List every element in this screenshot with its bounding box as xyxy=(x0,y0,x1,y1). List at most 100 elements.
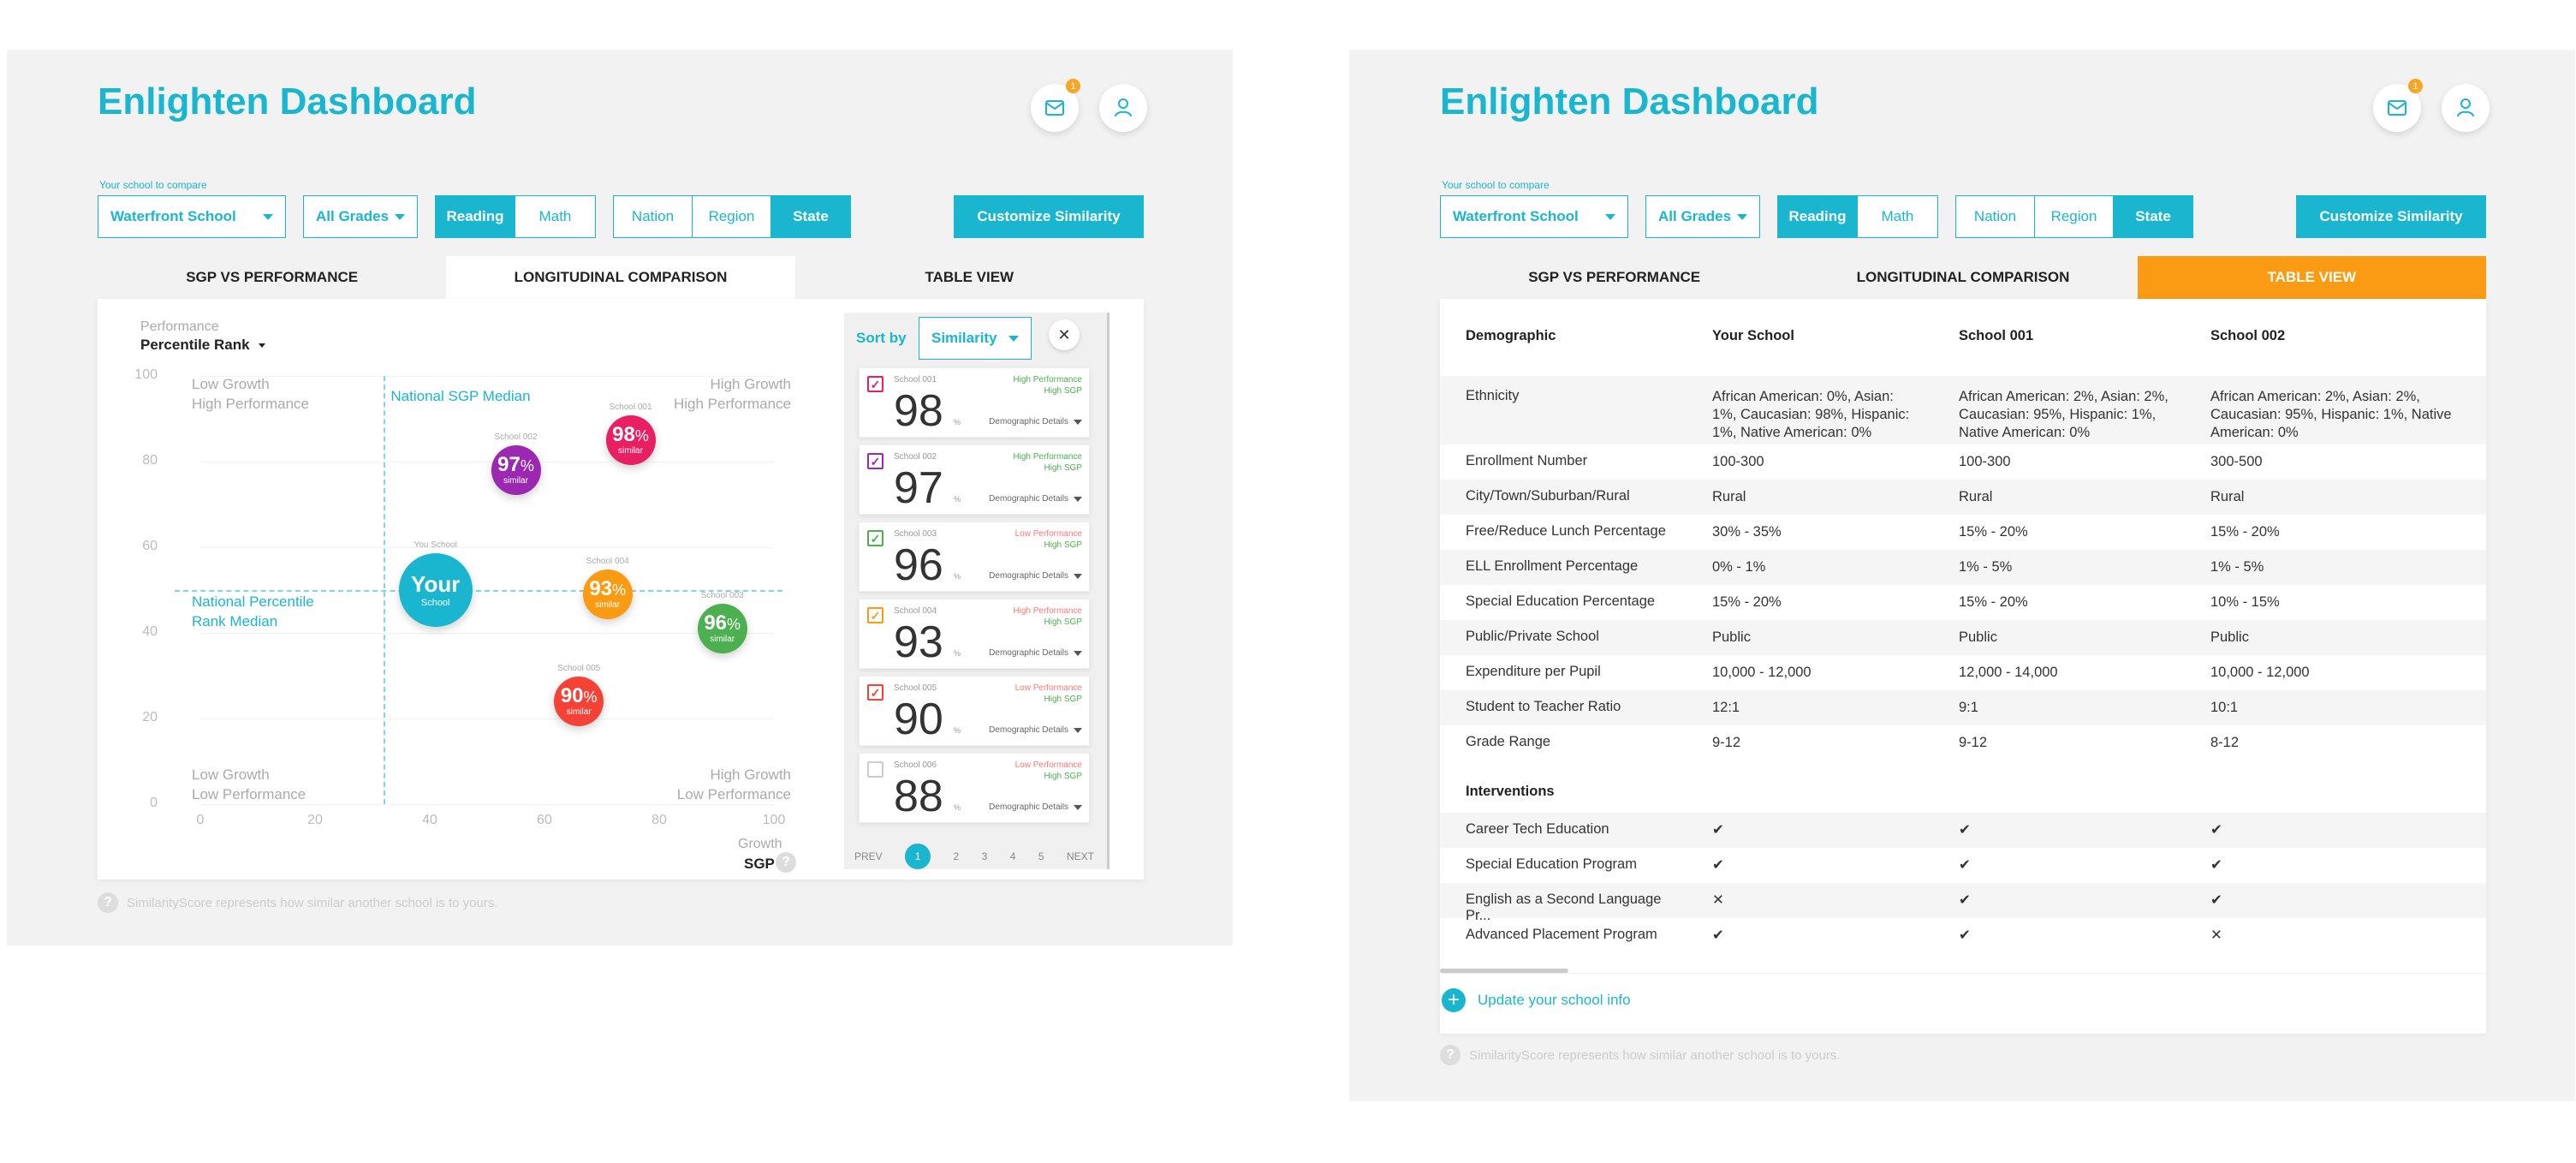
similarity-score: 90 xyxy=(894,695,943,744)
list-item[interactable]: ✓ School 004 93% High Performance High SGP De… xyxy=(859,599,1090,669)
y-tick-label: 0 xyxy=(150,796,158,810)
pagination-page-4[interactable]: 4 xyxy=(1010,850,1016,862)
pagination-prev[interactable]: PREV xyxy=(854,850,883,862)
subject-math[interactable]: Math xyxy=(1858,196,1937,237)
pagination-next[interactable]: NEXT xyxy=(1067,850,1094,862)
demographic-details-toggle[interactable]: Demographic Details xyxy=(989,494,1082,504)
demographic-details-toggle[interactable]: Demographic Details xyxy=(989,417,1082,426)
checkbox[interactable] xyxy=(867,761,883,778)
performance-tags: High Performance High SGP xyxy=(1013,451,1082,474)
tab-sgp-vs-performance[interactable]: SGP VS PERFORMANCE xyxy=(1440,256,1788,299)
close-icon: ✕ xyxy=(1057,325,1071,343)
subject-math[interactable]: Math xyxy=(515,196,595,237)
school-bubble[interactable]: 96% similar xyxy=(697,604,747,653)
table-row: Grade Range 9-12 9-12 8-12 xyxy=(1440,725,2486,763)
subject-toggle: Reading Math xyxy=(1777,195,1938,238)
table-cell: Ethnicity xyxy=(1466,388,1520,403)
table-cell: ✔ xyxy=(1712,927,1724,943)
performance-tags: High Performance High SGP xyxy=(1013,605,1082,628)
demographic-details-toggle[interactable]: Demographic Details xyxy=(989,648,1082,658)
table-cell: Public xyxy=(1959,629,1997,645)
chevron-down-icon xyxy=(263,213,273,220)
checkbox[interactable]: ✓ xyxy=(867,530,883,546)
list-item[interactable]: ✓ School 001 98% High Performance High SGP De… xyxy=(859,367,1090,438)
subject-reading[interactable]: Reading xyxy=(1778,196,1858,237)
your-school-sub: School xyxy=(420,597,450,608)
pagination-page-3[interactable]: 3 xyxy=(982,850,988,862)
median-sgp-label: National SGP Median xyxy=(390,388,531,404)
help-icon[interactable]: ? xyxy=(776,852,796,873)
table-cell: Public xyxy=(2210,629,2249,645)
table-row: Ethnicity African American: 0%, Asian: 1%… xyxy=(1440,376,2486,444)
dashboard-table-view: Enlighten Dashboard 1 Your school to com… xyxy=(1349,50,2575,1101)
school-bubble[interactable]: 90% similar xyxy=(554,677,604,726)
subject-reading[interactable]: Reading xyxy=(436,196,515,237)
demographic-details-toggle[interactable]: Demographic Details xyxy=(989,802,1082,812)
profile-button[interactable] xyxy=(1099,84,1147,132)
table-row: Free/Reduce Lunch Percentage 30% - 35% 15%… xyxy=(1440,515,2486,550)
list-item[interactable]: ✓ School 003 96% Low Performance High SGP Dem… xyxy=(859,522,1090,592)
tab-longitudinal-comparison[interactable]: LONGITUDINAL COMPARISON xyxy=(1788,256,2137,299)
grades-select[interactable]: All Grades xyxy=(303,195,418,238)
scope-nation[interactable]: Nation xyxy=(1956,196,2035,237)
bubble-similar-label: similar xyxy=(618,446,643,456)
grades-select[interactable]: All Grades xyxy=(1645,195,1760,238)
school-bubble[interactable]: 97% similar xyxy=(491,445,541,495)
list-item[interactable]: ✓ School 002 97% High Performance High SGP De… xyxy=(859,444,1090,515)
tab-table-view[interactable]: TABLE VIEW xyxy=(2137,256,2486,299)
customize-similarity-button[interactable]: Customize Similarity xyxy=(954,195,1144,238)
your-school-text: Your xyxy=(411,570,461,597)
table-cell: ✔ xyxy=(2210,822,2222,838)
pagination-page-5[interactable]: 5 xyxy=(1038,850,1044,862)
profile-button[interactable] xyxy=(2442,84,2490,132)
list-item[interactable]: School 006 88% Low Performance High SGP Demo… xyxy=(859,753,1090,823)
school-bubble[interactable]: 93% similar xyxy=(582,570,633,619)
school-select[interactable]: Waterfront School xyxy=(98,195,286,238)
demographic-details-toggle[interactable]: Demographic Details xyxy=(989,725,1082,735)
scope-state[interactable]: State xyxy=(771,196,850,237)
checkbox[interactable]: ✓ xyxy=(867,607,883,623)
update-school-info-link[interactable]: + Update your school info xyxy=(1442,988,1631,1012)
interventions-heading: Interventions xyxy=(1440,772,2486,809)
scope-region[interactable]: Region xyxy=(2035,196,2114,237)
sort-select[interactable]: Similarity xyxy=(919,317,1032,360)
list-item[interactable]: ✓ School 005 90% Low Performance High SGP Dem… xyxy=(859,676,1090,746)
customize-similarity-button[interactable]: Customize Similarity xyxy=(2296,195,2486,238)
plus-icon: + xyxy=(1442,988,1466,1012)
school-select[interactable]: Waterfront School xyxy=(1440,195,1628,238)
checkbox[interactable]: ✓ xyxy=(867,684,883,701)
mail-button[interactable]: 1 xyxy=(2373,79,2423,132)
tab-sgp-vs-performance[interactable]: SGP VS PERFORMANCE xyxy=(98,256,446,299)
checkbox[interactable]: ✓ xyxy=(867,453,883,469)
footnote: ? SimilarityScore represents how similar … xyxy=(1440,1045,1841,1065)
table-cell: 10:1 xyxy=(2210,700,2239,715)
close-button[interactable]: ✕ xyxy=(1049,319,1080,350)
gridline xyxy=(200,547,774,548)
y-tick-label: 40 xyxy=(142,624,158,639)
tab-table-view[interactable]: TABLE VIEW xyxy=(795,256,1144,299)
pagination-page-1[interactable]: 1 xyxy=(905,844,931,869)
y-tick-label: 60 xyxy=(142,539,158,553)
scope-state[interactable]: State xyxy=(2114,196,2192,237)
mail-icon xyxy=(1045,100,1064,116)
sgp-tag: High SGP xyxy=(1044,772,1082,781)
table-header-row: Demographic Your School School 001 School 0… xyxy=(1440,299,2486,376)
your-school-bubble[interactable]: Your School xyxy=(398,553,473,627)
mail-button[interactable]: 1 xyxy=(1031,79,1080,132)
table-cell: ✕ xyxy=(1712,892,1724,908)
pagination-page-2[interactable]: 2 xyxy=(954,850,960,862)
gridline xyxy=(200,633,774,634)
school-bubble[interactable]: 98% similar xyxy=(605,415,656,465)
scope-nation[interactable]: Nation xyxy=(614,196,693,237)
y-tick-label: 100 xyxy=(134,367,158,382)
demographic-details-toggle[interactable]: Demographic Details xyxy=(989,571,1082,581)
bubble-school-label: School 004 xyxy=(586,557,629,566)
scope-region[interactable]: Region xyxy=(693,196,771,237)
chevron-down-icon xyxy=(1074,419,1082,425)
scope-toggle: Nation Region State xyxy=(1955,195,2193,238)
table-cell: 1% - 5% xyxy=(2210,559,2264,575)
similarity-score: 93 xyxy=(894,617,943,667)
x-tick-label: 60 xyxy=(537,813,552,827)
tab-longitudinal-comparison[interactable]: LONGITUDINAL COMPARISON xyxy=(446,256,795,299)
checkbox[interactable]: ✓ xyxy=(867,376,883,392)
